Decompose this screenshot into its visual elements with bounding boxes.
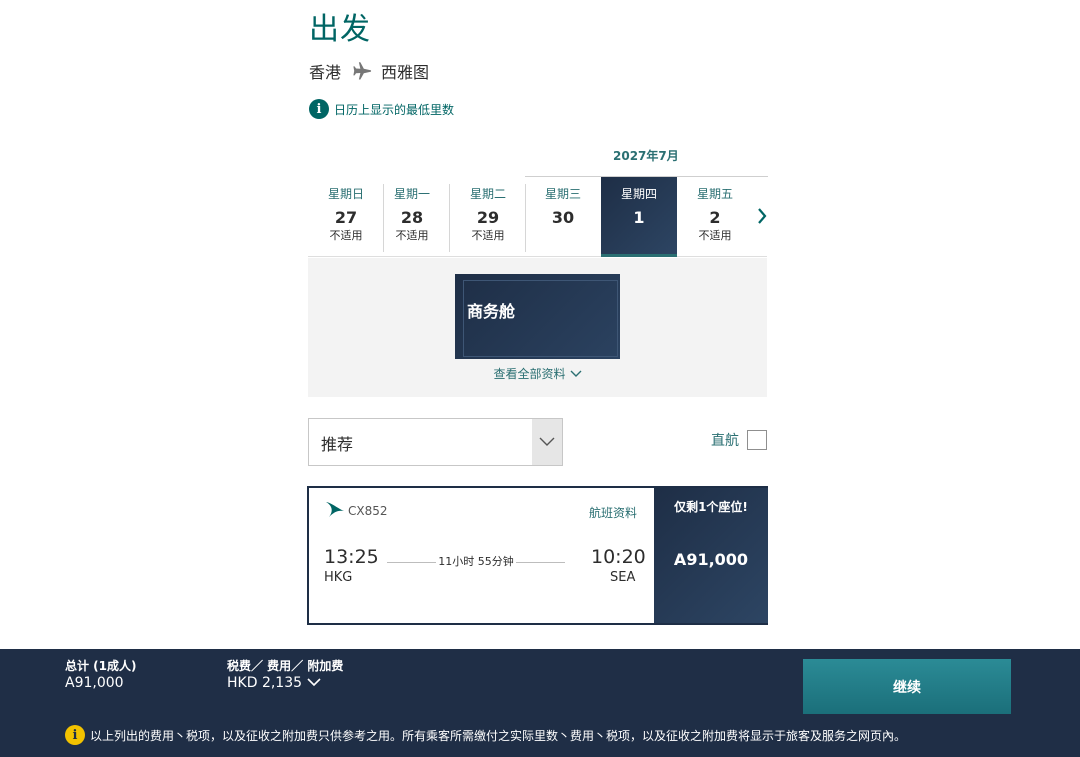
lowest-miles-info: i 日历上显示的最低里数 <box>309 99 454 119</box>
chevron-down-icon <box>307 675 321 691</box>
route-summary: 香港 西雅图 <box>309 60 429 82</box>
date-number: 30 <box>551 208 575 227</box>
date-tab-29[interactable]: 星期二 29 不适用 <box>450 177 526 257</box>
sort-dropdown[interactable]: 推荐 <box>308 418 563 466</box>
weekday-label: 星期二 <box>469 187 506 201</box>
weekday-label: 星期一 <box>393 187 430 201</box>
weekday-label: 星期三 <box>544 187 581 201</box>
continue-button[interactable]: 继续 <box>803 659 1011 714</box>
origin-city: 香港 <box>309 63 342 82</box>
cabin-selection-panel: 商务舱 查看全部资料 <box>308 258 767 397</box>
airline-logo-icon <box>325 500 345 522</box>
asia-miles-icon: A <box>65 675 75 691</box>
see-all-label: 查看全部资料 <box>493 367 566 381</box>
arrival-airport: SEA <box>610 570 636 585</box>
fare-disclaimer: i 以上列出的费用丶税项，以及征收之附加费只供参考之用。所有乘客所需缴付之实际里… <box>65 725 906 745</box>
nonstop-checkbox[interactable] <box>747 430 767 450</box>
departure-airport: HKG <box>324 570 353 585</box>
weekday-label: 星期四 <box>620 187 657 201</box>
seats-left-badge: 仅剩1个座位! <box>674 500 748 514</box>
flight-duration: 11小时 55分钟 <box>387 553 565 569</box>
date-tab-28[interactable]: 星期一 28 不适用 <box>374 177 450 257</box>
availability-note: 不适用 <box>698 229 732 242</box>
total-label: 总计 (1成人) <box>65 659 137 673</box>
date-tab-1-selected[interactable]: 星期四 1 <box>601 177 677 257</box>
date-number: 29 <box>476 208 500 227</box>
info-text: 日历上显示的最低里数 <box>334 102 455 117</box>
destination-city: 西雅图 <box>381 63 430 82</box>
date-tab-30[interactable]: 星期三 30 <box>525 177 601 257</box>
booking-summary-bar: 总计 (1成人) A91,000 税费／ 费用／ 附加费 HKD 2,135 继… <box>0 649 1080 757</box>
flight-number: CX852 <box>348 504 388 518</box>
departure-time: 13:25 <box>324 546 379 568</box>
date-tab-27[interactable]: 星期日 27 不适用 <box>308 177 384 257</box>
flight-details-link[interactable]: 航班资料 <box>589 504 637 521</box>
availability-note: 不适用 <box>395 229 429 242</box>
weekday-label: 星期日 <box>327 187 364 201</box>
asia-miles-icon: A <box>673 550 687 569</box>
plane-icon <box>351 60 373 82</box>
availability-note: 不适用 <box>471 229 505 242</box>
date-tab-2[interactable]: 星期五 2 不适用 <box>677 177 753 257</box>
date-number: 1 <box>633 208 645 227</box>
fare-price-value: 91,000 <box>686 550 749 569</box>
fare-price: A91,000 <box>654 550 768 569</box>
taxes-toggle[interactable]: HKD 2,135 <box>227 675 321 691</box>
date-number: 28 <box>400 208 424 227</box>
disclaimer-text: 以上列出的费用丶税项，以及征收之附加费只供参考之用。所有乘客所需缴付之实际里数丶… <box>90 728 907 743</box>
arrival-time: 10:20 <box>591 546 646 568</box>
calendar-month-label: 2027年7月 <box>613 149 679 163</box>
duration-text: 11小时 55分钟 <box>436 555 516 568</box>
nonstop-label: 直航 <box>711 433 739 449</box>
warning-icon: i <box>65 725 85 745</box>
info-icon: i <box>309 99 329 119</box>
availability-note: 不适用 <box>329 229 363 242</box>
business-class-card[interactable]: 商务舱 <box>455 274 620 359</box>
taxes-value: HKD 2,135 <box>227 675 303 691</box>
weekday-label: 星期五 <box>696 187 733 201</box>
cabin-label: 商务舱 <box>467 302 516 321</box>
date-number: 27 <box>334 208 358 227</box>
date-strip: 星期日 27 不适用 星期一 28 不适用 星期二 29 不适用 星期三 30 … <box>308 177 767 257</box>
page-title: 出发 <box>309 12 371 47</box>
chevron-down-icon <box>532 419 562 465</box>
total-value: A91,000 <box>65 675 124 691</box>
sort-value: 推荐 <box>321 435 354 454</box>
see-all-details-link[interactable]: 查看全部资料 <box>308 365 767 382</box>
taxes-label: 税费／ 费用／ 附加费 <box>227 659 344 673</box>
date-number: 2 <box>709 208 721 227</box>
fare-price-panel[interactable]: 仅剩1个座位! A91,000 <box>654 488 768 623</box>
chevron-right-icon[interactable] <box>755 206 769 226</box>
flight-result-card[interactable]: CX852 航班资料 13:25 HKG 11小时 55分钟 10:20 SEA… <box>307 486 768 625</box>
chevron-down-icon <box>570 367 582 381</box>
total-miles: 91,000 <box>74 675 124 691</box>
